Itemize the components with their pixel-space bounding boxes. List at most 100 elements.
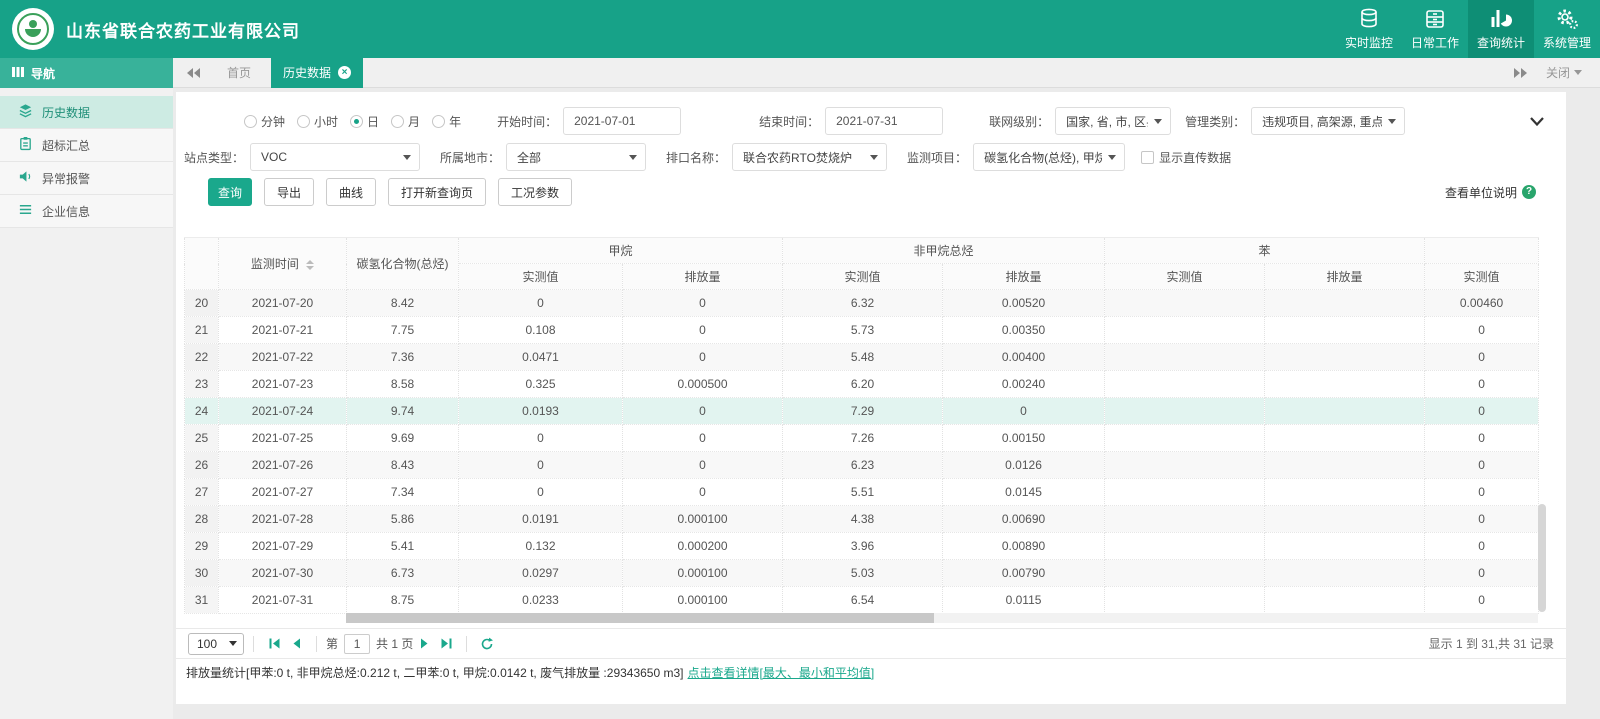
network-level-label: 联网级别：: [989, 114, 1050, 129]
nmhc-measured-cell: 6.23: [782, 451, 944, 479]
sort-icon: [306, 259, 315, 270]
table-row[interactable]: 21 2021-07-21 7.75 0.108 0 5.73 0.00350 …: [184, 316, 1540, 344]
menu-item-query-stats[interactable]: 查询统计: [1468, 0, 1534, 58]
ch4-measured-cell: 0.0297: [458, 559, 623, 587]
menu-item-realtime[interactable]: 实时监控: [1336, 0, 1402, 58]
sidebar-item-abnormal-alarm[interactable]: 异常报警: [0, 162, 173, 195]
table-row[interactable]: 30 2021-07-30 6.73 0.0297 0.000100 5.03 …: [184, 559, 1540, 587]
unit-help-link[interactable]: 查看单位说明 ?: [1445, 184, 1536, 201]
benzene-measured-cell: [1104, 451, 1266, 479]
close-tabs-dropdown[interactable]: 关闭: [1546, 64, 1582, 81]
table-row[interactable]: 27 2021-07-27 7.34 0 0 5.51 0.0145 0: [184, 478, 1540, 506]
ch4-measured-cell: 0.108: [458, 316, 623, 344]
thc-cell: 8.42: [346, 289, 459, 317]
page-number-input[interactable]: [344, 633, 371, 654]
row-number-cell: 30: [184, 559, 219, 587]
direct-data-checkbox[interactable]: 显示直传数据: [1141, 149, 1231, 166]
horizontal-scrollbar-thumb[interactable]: [346, 613, 934, 623]
collapse-filters-icon[interactable]: [1530, 116, 1544, 126]
ch4-emission-cell: 0.000100: [622, 559, 784, 587]
benzene-measured-cell: [1104, 424, 1266, 452]
vertical-scrollbar-thumb[interactable]: [1538, 504, 1546, 612]
tab-home[interactable]: 首页: [207, 58, 271, 88]
table-row[interactable]: 22 2021-07-22 7.36 0.0471 0 5.48 0.00400…: [184, 343, 1540, 371]
tabs-scroll-right-icon[interactable]: [1513, 67, 1528, 78]
outlet-name-select[interactable]: 联合农药RTO焚烧炉: [732, 143, 888, 171]
benzene-emission-cell: [1264, 424, 1426, 452]
company-logo: [12, 8, 54, 50]
ch4-measured-cell: 0.0471: [458, 343, 623, 371]
col-header-time[interactable]: 监测时间: [218, 237, 347, 290]
benzene-emission-cell: [1264, 478, 1426, 506]
last-page-button[interactable]: [435, 633, 457, 655]
stats-detail-link[interactable]: 点击查看详情[最大、最小和平均值]: [688, 664, 875, 681]
radio-minute[interactable]: 分钟: [244, 113, 285, 130]
nmhc-emission-cell: 0.00890: [942, 532, 1106, 560]
date-cell: 2021-07-31: [218, 586, 347, 614]
city-select[interactable]: 全部: [506, 143, 647, 171]
curve-button[interactable]: 曲线: [326, 178, 377, 206]
filter-row-2: 站点类型： VOC 所属地市： 全部 排口名称： 联合农药RTO焚烧炉 监测项目…: [176, 142, 1566, 172]
records-summary: 显示 1 到 31,共 31 记录: [1428, 637, 1554, 651]
group-header-benzene: 苯: [1104, 237, 1426, 264]
tab-close-icon[interactable]: ×: [338, 66, 352, 79]
thc-cell: 7.34: [346, 478, 459, 506]
table-row[interactable]: 23 2021-07-23 8.58 0.325 0.000500 6.20 0…: [184, 370, 1540, 398]
table-row[interactable]: 26 2021-07-26 8.43 0 0 6.23 0.0126 0: [184, 451, 1540, 479]
radio-year[interactable]: 年: [432, 113, 461, 130]
menu-item-daily-work[interactable]: 日常工作: [1402, 0, 1468, 58]
radio-day[interactable]: 日: [350, 113, 379, 130]
table-row[interactable]: 20 2021-07-20 8.42 0 0 6.32 0.00520 0.00…: [184, 289, 1540, 317]
radio-hour[interactable]: 小时: [297, 113, 338, 130]
table-row[interactable]: 31 2021-07-31 8.75 0.0233 0.000100 6.54 …: [184, 586, 1540, 614]
content-panel: 分钟 小时 日 月 年 开始时间： 结束时间： 联网级别： 国家, 省, 市, …: [176, 92, 1566, 704]
thc-cell: 8.75: [346, 586, 459, 614]
date-cell: 2021-07-22: [218, 343, 347, 371]
sidebar-item-company-info[interactable]: 企业信息: [0, 195, 173, 228]
sidebar-title: 导航: [0, 58, 173, 88]
subcol-measured: 实测值: [458, 263, 623, 290]
condition-params-button[interactable]: 工况参数: [498, 178, 573, 206]
start-time-label: 开始时间：: [497, 114, 558, 129]
menu-item-system-admin[interactable]: 系统管理: [1534, 0, 1600, 58]
question-icon: ?: [1522, 185, 1536, 199]
sidebar-item-history-data[interactable]: 历史数据: [0, 96, 173, 129]
row-number-cell: 22: [184, 343, 219, 371]
table-row[interactable]: 28 2021-07-28 5.86 0.0191 0.000100 4.38 …: [184, 505, 1540, 533]
prev-page-button[interactable]: [285, 633, 307, 655]
date-cell: 2021-07-26: [218, 451, 347, 479]
end-time-input[interactable]: [825, 107, 944, 135]
other-measured-cell: 0: [1424, 424, 1540, 452]
benzene-measured-cell: [1104, 289, 1266, 317]
radio-icon: [350, 114, 364, 128]
ch4-measured-cell: 0.0193: [458, 397, 623, 425]
refresh-icon[interactable]: [476, 633, 498, 655]
ch4-emission-cell: 0.000100: [622, 586, 784, 614]
table-row[interactable]: 24 2021-07-24 9.74 0.0193 0 7.29 0 0: [184, 397, 1540, 425]
page-size-select[interactable]: 100: [188, 632, 245, 655]
caret-down-icon: [870, 154, 879, 160]
start-time-input[interactable]: [563, 107, 682, 135]
next-page-button[interactable]: [413, 633, 435, 655]
table-row[interactable]: 29 2021-07-29 5.41 0.132 0.000200 3.96 0…: [184, 532, 1540, 560]
tab-history-data[interactable]: 历史数据 ×: [271, 57, 364, 88]
table-row[interactable]: 25 2021-07-25 9.69 0 0 7.26 0.00150 0: [184, 424, 1540, 452]
col-header-thc: 碳氢化合物(总烃): [346, 237, 459, 290]
nmhc-measured-cell: 7.26: [782, 424, 944, 452]
monitor-item-select[interactable]: 碳氢化合物(总烃), 甲烷, 非: [973, 143, 1126, 171]
caret-down-icon: [1388, 118, 1397, 124]
network-level-select[interactable]: 国家, 省, 市, 区县: [1055, 107, 1172, 135]
first-page-button[interactable]: [263, 633, 285, 655]
other-measured-cell: 0: [1424, 532, 1540, 560]
benzene-emission-cell: [1264, 343, 1426, 371]
radio-month[interactable]: 月: [391, 113, 420, 130]
ch4-emission-cell: 0: [622, 478, 784, 506]
subcol-measured-last: 实测值: [1424, 263, 1540, 290]
open-new-query-button[interactable]: 打开新查询页: [388, 178, 487, 206]
tabs-scroll-left-icon[interactable]: [187, 67, 201, 78]
query-button[interactable]: 查询: [208, 178, 252, 206]
manage-type-select[interactable]: 违规项目, 高架源, 重点排: [1251, 107, 1406, 135]
site-type-select[interactable]: VOC: [250, 143, 421, 171]
export-button[interactable]: 导出: [264, 178, 315, 206]
sidebar-item-exceed-summary[interactable]: 超标汇总: [0, 129, 173, 162]
